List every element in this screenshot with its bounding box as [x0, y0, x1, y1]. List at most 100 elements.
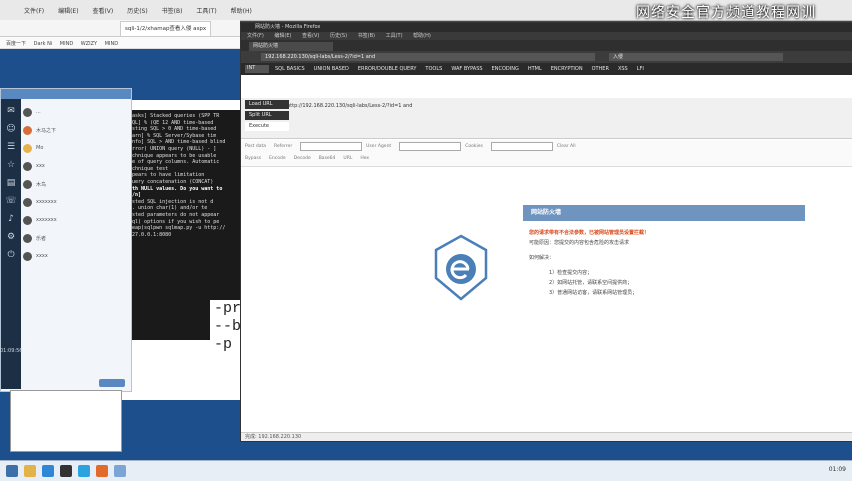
option-base64[interactable]: Base64	[319, 156, 336, 161]
error-step: 1）检查提交内容；	[549, 270, 593, 276]
bg-menu-tools[interactable]: 工具(T)	[196, 8, 216, 15]
tab-active[interactable]: 网站防火墙	[249, 42, 333, 51]
option-input[interactable]	[490, 141, 553, 151]
contacts-icon[interactable]: ☺	[5, 123, 17, 135]
hackbar-menu-item[interactable]: ENCRYPTION	[551, 66, 583, 72]
system-clock[interactable]: 01:09	[829, 466, 846, 473]
firefox-window: 网站防火墙 - Mozilla Firefox 文件(F) 编辑(E) 查看(V…	[240, 22, 852, 442]
bookmark-item[interactable]: MIND	[105, 41, 118, 47]
chat-window: ✉ ☺ ☰ ☆ ▤ ☏ ♪ ⚙ ⏻ ... 木马之下 Mo xxx 木鸟 xxx…	[0, 88, 132, 392]
option-referrer[interactable]: Referrer	[274, 144, 292, 149]
group-icon[interactable]: ☰	[5, 141, 17, 153]
hackbar-select[interactable]: INT	[245, 65, 269, 73]
terminal-line: -127.0.0.1:8080	[126, 231, 172, 238]
list-item[interactable]: 乐者	[23, 229, 123, 247]
phone-icon[interactable]: ☏	[5, 195, 17, 207]
bg-menu-file[interactable]: 文件(F)	[24, 8, 44, 15]
hackbar-menu-item[interactable]: WAF BYPASS	[451, 66, 482, 72]
bookmark-item[interactable]: MIND	[60, 41, 73, 47]
start-icon[interactable]	[6, 465, 18, 477]
option-input[interactable]	[399, 141, 462, 151]
menu-help[interactable]: 帮助(H)	[413, 33, 431, 39]
firewall-shield-icon	[434, 234, 488, 301]
list-item[interactable]: xxxxxxx	[23, 211, 123, 229]
avatar	[23, 251, 32, 261]
option-hex[interactable]: Hex	[360, 156, 369, 161]
star-icon[interactable]: ☆	[5, 159, 17, 171]
bg-menu-help[interactable]: 帮助(H)	[231, 8, 252, 15]
chat-time: 01:09:56	[0, 348, 23, 354]
bg-menu-view[interactable]: 查看(V)	[92, 8, 113, 15]
hackbar-menu-item[interactable]: LFI	[637, 66, 644, 72]
chat-app-icon[interactable]	[78, 465, 90, 477]
hackbar-menu-item[interactable]: SQL BASICS	[275, 66, 305, 72]
background-tab[interactable]: sqli-1/2/xhamap查看入侵 aspx	[120, 21, 212, 37]
hackbar-menu-item[interactable]: XSS	[618, 66, 628, 72]
folder-icon[interactable]: ▤	[5, 177, 17, 189]
load-url-button[interactable]: Load URL	[245, 100, 289, 109]
terminal-line: technique test	[126, 165, 169, 172]
list-item[interactable]: xxx	[23, 157, 123, 175]
background-tabstrip: sqli-1/2/xhamap查看入侵 aspx	[0, 20, 240, 37]
avatar	[23, 143, 32, 153]
search-input[interactable]: 入侵	[609, 53, 783, 61]
bg-menu-edit[interactable]: 编辑(E)	[58, 8, 78, 15]
option-encode[interactable]: Encode	[269, 156, 286, 161]
terminal-line: [info] SQL > AND time-based blind	[126, 139, 226, 146]
notepad-icon[interactable]	[114, 465, 126, 477]
folder-icon[interactable]	[24, 465, 36, 477]
list-item[interactable]: xxxxxxx	[23, 193, 123, 211]
browser-icon[interactable]	[42, 465, 54, 477]
hackbar-menu-item[interactable]: ENCODING	[492, 66, 519, 72]
bookmark-item[interactable]: 百度一下	[6, 41, 26, 47]
option-decode[interactable]: Decode	[294, 156, 311, 161]
bg-menu-bookmarks[interactable]: 书签(B)	[162, 8, 183, 15]
list-item[interactable]: 木鸟	[23, 175, 123, 193]
option-cookies[interactable]: Cookies	[465, 144, 483, 149]
avatar	[23, 233, 32, 243]
terminal-icon[interactable]	[60, 465, 72, 477]
menu-view[interactable]: 查看(V)	[302, 33, 319, 39]
menu-tools[interactable]: 工具(T)	[386, 33, 403, 39]
error-step: 2）如网站托管，请联系空间提供商；	[549, 280, 633, 286]
hackbar-menu-item[interactable]: OTHER	[592, 66, 609, 72]
bookmark-item[interactable]: Dark Ni	[34, 41, 53, 47]
hackbar-url-textarea[interactable]: http://192.168.220.130/sqli-labs/Less-2/…	[287, 102, 787, 111]
error-step: 3）普通网站访客，请联系网站管理员；	[549, 290, 638, 296]
bg-menu-history[interactable]: 历史(S)	[127, 8, 148, 15]
list-item[interactable]: ...	[23, 103, 123, 121]
list-item[interactable]: 木马之下	[23, 121, 123, 139]
terminal-line: [Y/n]	[126, 192, 142, 199]
navigation-bar: 192.168.220.130/sqli-labs/Less-2/?id=1 a…	[241, 51, 852, 63]
option-input[interactable]	[300, 141, 363, 151]
list-item[interactable]: xxxx	[23, 247, 123, 265]
terminal-line: [warn] % SQL Server/Sybase tim	[126, 132, 217, 139]
menu-history[interactable]: 历史(S)	[330, 33, 347, 39]
option-post-data[interactable]: Post data	[245, 144, 266, 149]
option-bypass[interactable]: Bypass	[245, 156, 261, 161]
option-url[interactable]: URL	[343, 156, 352, 161]
hackbar-menu-item[interactable]: TOOLS	[425, 66, 442, 72]
firefox-icon[interactable]	[96, 465, 108, 477]
bookmark-item[interactable]: WZIZY	[81, 41, 97, 47]
hackbar-menu-item[interactable]: HTML	[528, 66, 542, 72]
menu-bookmarks[interactable]: 书签(B)	[358, 33, 375, 39]
power-icon[interactable]: ⏻	[5, 249, 17, 261]
hackbar-menu-item[interactable]: ERROR/DOUBLE QUERY	[358, 66, 417, 72]
options-row: Post data Referrer User Agent Cookies Cl…	[241, 140, 852, 152]
chat-icon[interactable]: ✉	[5, 105, 17, 117]
send-button[interactable]	[99, 379, 125, 387]
url-bar[interactable]: 192.168.220.130/sqli-labs/Less-2/?id=1 a…	[261, 53, 595, 61]
menu-file[interactable]: 文件(F)	[247, 33, 264, 39]
option-clear-all[interactable]: Clear All	[557, 144, 576, 149]
option-user-agent[interactable]: User Agent	[366, 144, 391, 149]
hackbar-menu-item[interactable]: UNION BASED	[314, 66, 349, 72]
list-item[interactable]: Mo	[23, 139, 123, 157]
mic-icon[interactable]: ♪	[5, 213, 17, 225]
settings-icon[interactable]: ⚙	[5, 231, 17, 243]
execute-button[interactable]: Execute	[245, 122, 289, 131]
menu-edit[interactable]: 编辑(E)	[274, 33, 291, 39]
error-header: 网站防火墙	[523, 205, 805, 221]
split-url-button[interactable]: Split URL	[245, 111, 289, 120]
avatar	[23, 179, 32, 189]
